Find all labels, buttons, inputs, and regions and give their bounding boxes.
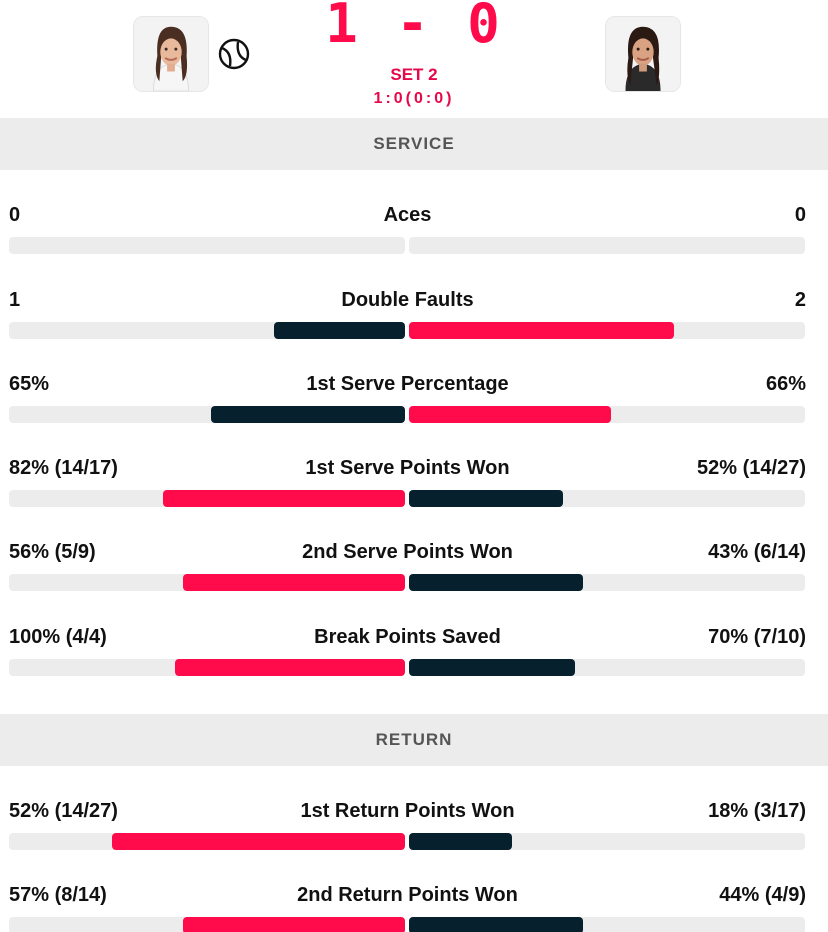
- set-label: SET 2: [390, 65, 438, 84]
- stat-left-bar: [9, 490, 405, 507]
- stat-right-bar: [409, 237, 805, 254]
- stat-left-bar: [9, 574, 405, 591]
- stat-right-bar: [409, 659, 805, 676]
- stat-label: 1st Serve Points Won: [305, 457, 510, 479]
- stat-left-bar: [9, 237, 405, 254]
- stat-right-value: 52% (14/27): [697, 457, 806, 479]
- stat-right-bar-fill: [409, 917, 584, 932]
- stat-row-2nd-serve-points-won: 56% (5/9) 2nd Serve Points Won 43% (6/14…: [0, 539, 828, 603]
- stat-right-bar-fill: [409, 490, 564, 507]
- stat-label: Break Points Saved: [314, 626, 501, 648]
- stat-left-bar-fill: [210, 406, 405, 423]
- stat-row-1st-serve-points-won: 82% (14/17) 1st Serve Points Won 52% (14…: [0, 455, 828, 519]
- stat-right-bar: [409, 322, 805, 339]
- stat-right-value: 66%: [765, 373, 806, 395]
- stat-row-1st-return-points-won: 52% (14/27) 1st Return Points Won 18% (3…: [0, 798, 828, 862]
- stat-right-value: 0: [794, 204, 806, 226]
- stat-left-bar: [9, 659, 405, 676]
- player-right-avatar[interactable]: [605, 16, 681, 92]
- section-header-return: RETURN: [0, 714, 828, 766]
- stat-right-bar: [409, 490, 805, 507]
- stat-label: 2nd Serve Points Won: [302, 541, 513, 563]
- stat-left-bar-fill: [111, 833, 405, 850]
- stat-left-bar: [9, 322, 405, 339]
- stat-label: Double Faults: [341, 289, 474, 311]
- stat-row-1st-serve-percentage: 65% 1st Serve Percentage 66%: [0, 371, 828, 435]
- stat-row-aces: 0 Aces 0: [0, 202, 828, 266]
- stat-right-bar: [409, 917, 805, 932]
- stat-label: 1st Return Points Won: [300, 800, 515, 822]
- stat-row-2nd-return-points-won: 57% (8/14) 2nd Return Points Won 44% (4/…: [0, 882, 828, 932]
- stat-right-value: 18% (3/17): [708, 800, 806, 822]
- stat-right-bar-fill: [409, 574, 584, 591]
- stat-left-bar: [9, 406, 405, 423]
- player-avatar-icon: [606, 17, 680, 91]
- stat-right-bar-fill: [409, 406, 611, 423]
- stat-left-bar-fill: [274, 322, 405, 339]
- stat-right-bar: [409, 574, 805, 591]
- stat-left-bar: [9, 833, 405, 850]
- stat-right-bar-fill: [409, 322, 675, 339]
- set-score: 1:0(0:0): [373, 90, 455, 107]
- stat-label: 1st Serve Percentage: [306, 373, 509, 395]
- stat-label: Aces: [383, 204, 432, 226]
- stat-label: 2nd Return Points Won: [297, 884, 518, 906]
- stat-row-break-points-saved: 100% (4/4) Break Points Saved 70% (7/10): [0, 624, 828, 688]
- stat-left-bar-fill: [175, 659, 405, 676]
- stat-right-value: 43% (6/14): [708, 541, 806, 563]
- stat-right-value: 70% (7/10): [708, 626, 806, 648]
- section-header-service: SERVICE: [0, 118, 828, 170]
- stat-right-bar-fill: [409, 833, 512, 850]
- stat-left-bar-fill: [183, 917, 405, 932]
- stat-left-bar-fill: [163, 490, 405, 507]
- stat-right-bar: [409, 406, 805, 423]
- match-header: 1 - 0 SET 2 1:0(0:0): [0, 0, 828, 118]
- stat-right-bar: [409, 833, 805, 850]
- stat-right-value: 44% (4/9): [719, 884, 806, 906]
- stat-row-double-faults: 1 Double Faults 2: [0, 287, 828, 351]
- stat-left-bar: [9, 917, 405, 932]
- match-score: 1 - 0: [325, 0, 503, 55]
- stat-right-bar-fill: [409, 659, 576, 676]
- stat-right-value: 2: [794, 289, 806, 311]
- stat-left-bar-fill: [183, 574, 405, 591]
